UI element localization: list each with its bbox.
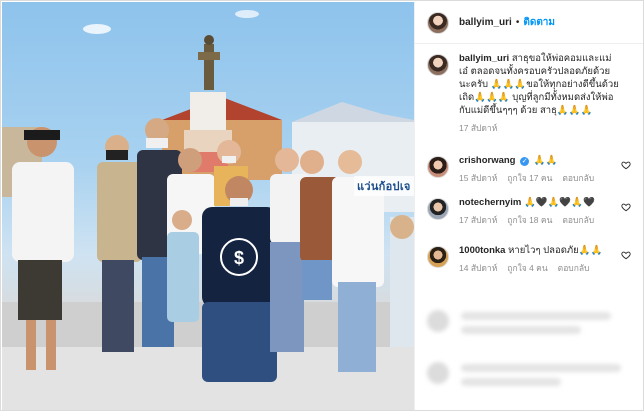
comment-row: notechernyim 🙏🖤🙏🖤🙏🖤 17 สัปดาห์ ถูกใจ 18 …: [415, 192, 643, 240]
verified-badge-icon: ✓: [520, 157, 530, 166]
commenter-avatar[interactable]: [427, 246, 449, 268]
blurred-avatar: [427, 310, 449, 332]
comments-list: ballyim_uri สาธุขอให้พ่อคอมและแม่เอ๋ ตลอ…: [415, 52, 643, 288]
comment-body: 1000tonka หายไวๆ ปลอดภัย🙏🙏 14 สัปดาห์ ถู…: [459, 244, 619, 288]
post-header: ballyim_uri • ติดตาม: [415, 2, 643, 44]
comment-time[interactable]: 14 สัปดาห์: [459, 262, 497, 275]
comment-text: 🙏🙏: [533, 155, 558, 166]
commenter-avatar[interactable]: [427, 198, 449, 220]
instagram-post-frame: $ แว่นก้อปเจ ballyim_uri • ติดตาม ballyi…: [0, 0, 644, 411]
comment-likes[interactable]: ถูกใจ 4 คน: [507, 262, 547, 275]
blurred-avatar: [427, 362, 449, 384]
comment-username[interactable]: crishorwang: [459, 155, 516, 166]
comment-meta: 14 สัปดาห์ ถูกใจ 4 คน ตอบกลับ: [459, 262, 619, 275]
comment-username[interactable]: 1000tonka: [459, 245, 505, 256]
blurred-comments: [415, 302, 643, 386]
svg-text:$: $: [234, 248, 244, 268]
comment-text: 🙏🖤🙏🖤🙏🖤: [523, 197, 595, 208]
like-heart-icon[interactable]: [621, 160, 631, 170]
comment-row: 1000tonka หายไวๆ ปลอดภัย🙏🙏 14 สัปดาห์ ถู…: [415, 240, 643, 288]
like-heart-icon[interactable]: [621, 202, 631, 212]
post-photo[interactable]: $ แว่นก้อปเจ: [2, 2, 414, 410]
blurred-line: [461, 326, 581, 334]
comment-row: crishorwang ✓ 🙏🙏 15 สัปดาห์ ถูกใจ 17 คน …: [415, 138, 643, 192]
comment-meta: 17 สัปดาห์ ถูกใจ 18 คน ตอบกลับ: [459, 214, 619, 227]
sign-text: แว่นก้อปเจ: [354, 176, 414, 196]
post-sidebar: ballyim_uri • ติดตาม ballyim_uri สาธุขอใ…: [414, 2, 643, 410]
group-photo-illustration: $: [2, 10, 414, 410]
comment-body: crishorwang ✓ 🙏🙏 15 สัปดาห์ ถูกใจ 17 คน …: [459, 154, 619, 192]
caption-row: ballyim_uri สาธุขอให้พ่อคอมและแม่เอ๋ ตลอ…: [415, 52, 643, 138]
caption-avatar[interactable]: [427, 54, 449, 76]
reply-button[interactable]: ตอบกลับ: [562, 172, 594, 185]
blurred-line: [461, 312, 611, 320]
comment-time[interactable]: 17 สัปดาห์: [459, 214, 497, 227]
comment-time[interactable]: 15 สัปดาห์: [459, 172, 497, 185]
comment-likes[interactable]: ถูกใจ 17 คน: [507, 172, 552, 185]
caption-meta: 17 สัปดาห์: [459, 122, 619, 135]
author-username[interactable]: ballyim_uri: [459, 17, 512, 28]
header-separator: •: [515, 17, 520, 28]
blurred-line: [461, 364, 621, 372]
comment-likes[interactable]: ถูกใจ 18 คน: [507, 214, 552, 227]
comment-body: notechernyim 🙏🖤🙏🖤🙏🖤 17 สัปดาห์ ถูกใจ 18 …: [459, 196, 619, 240]
commenter-avatar[interactable]: [427, 156, 449, 178]
reply-button[interactable]: ตอบกลับ: [562, 214, 594, 227]
blurred-line: [461, 378, 561, 386]
reply-button[interactable]: ตอบกลับ: [558, 262, 590, 275]
comment-text: หายไวๆ ปลอดภัย🙏🙏: [508, 245, 603, 256]
author-avatar[interactable]: [427, 11, 449, 34]
caption-body: ballyim_uri สาธุขอให้พ่อคอมและแม่เอ๋ ตลอ…: [459, 52, 619, 138]
caption-username[interactable]: ballyim_uri: [459, 53, 509, 64]
comment-username[interactable]: notechernyim: [459, 197, 521, 208]
caption-time[interactable]: 17 สัปดาห์: [459, 122, 497, 135]
follow-button[interactable]: ติดตาม: [523, 15, 555, 30]
comment-meta: 15 สัปดาห์ ถูกใจ 17 คน ตอบกลับ: [459, 172, 619, 185]
like-heart-icon[interactable]: [621, 250, 631, 260]
